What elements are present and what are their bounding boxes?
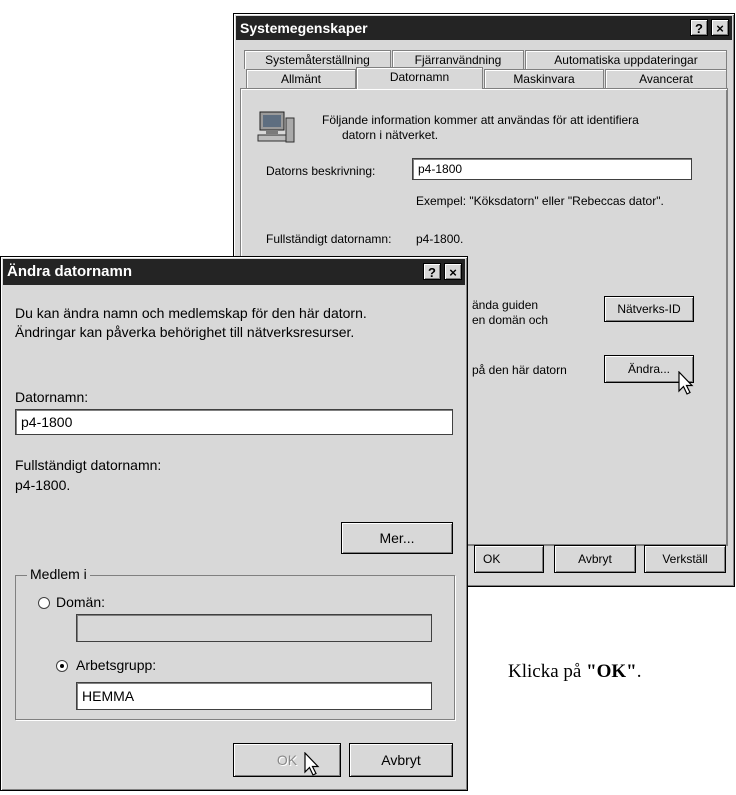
dialog-close-button[interactable]: × [444, 263, 462, 280]
description-input[interactable]: p4-1800 [412, 158, 692, 180]
tab-advanced[interactable]: Avancerat [605, 69, 727, 88]
tab-hardware[interactable]: Maskinvara [484, 69, 604, 88]
network-wizard-text-2: en domän och [472, 313, 549, 327]
full-computer-name-label: Fullständigt datornamn: [15, 457, 162, 473]
apply-button[interactable]: Verkställ [644, 545, 726, 573]
workgroup-radio[interactable] [56, 660, 68, 672]
dialog-cancel-button[interactable]: Avbryt [349, 743, 453, 777]
description-label: Datorns beskrivning: [266, 164, 376, 178]
help-button[interactable]: ? [690, 19, 708, 36]
domain-label: Domän: [56, 594, 106, 610]
fullname-label: Fullständigt datornamn: [266, 232, 392, 246]
cancel-button[interactable]: Avbryt [554, 545, 636, 573]
tab-general[interactable]: Allmänt [246, 69, 356, 88]
info-text-line1: Följande information kommer att användas… [322, 113, 639, 127]
dialog-help-button[interactable]: ? [423, 263, 441, 280]
workgroup-input[interactable]: HEMMA [76, 682, 432, 710]
member-of-legend: Medlem i [27, 566, 90, 582]
tab-computer-name[interactable]: Datornamn [356, 67, 483, 89]
network-wizard-text-1: ända guiden [472, 298, 539, 312]
fullname-value: p4-1800. [416, 232, 464, 246]
close-button[interactable]: × [711, 19, 729, 36]
computer-icon [257, 111, 295, 143]
workgroup-label: Arbetsgrupp: [76, 657, 157, 673]
computer-name-label: Datornamn: [15, 389, 89, 405]
caption-prefix: Klicka på [508, 661, 587, 682]
network-id-button[interactable]: Nätverks-ID [604, 296, 694, 322]
dialog-title: Ändra datornamn [7, 263, 133, 280]
instruction-caption: Klicka på "OK". [508, 661, 641, 683]
rename-text: på den här datorn [472, 363, 567, 377]
example-text: Exempel: "Köksdatorn" eller "Rebeccas da… [416, 194, 664, 208]
full-computer-name-value: p4-1800. [15, 477, 71, 493]
computer-name-input[interactable]: p4-1800 [15, 409, 453, 435]
dialog-titlebar: Ändra datornamn ? × [3, 259, 465, 285]
domain-input[interactable] [76, 614, 432, 642]
tab-automatic-updates[interactable]: Automatiska uppdateringar [525, 50, 727, 69]
dialog-mouse-cursor-icon [304, 752, 320, 776]
caption-suffix: . [636, 661, 642, 682]
caption-ok-emphasis: "OK" [586, 661, 637, 682]
info-text-line2: datorn i nätverket. [342, 128, 439, 142]
intro-line-2: Ändringar kan påverka behörighet till nä… [15, 324, 355, 340]
domain-radio[interactable] [38, 597, 50, 609]
more-button[interactable]: Mer... [341, 522, 453, 554]
mouse-cursor-icon [678, 371, 694, 395]
dialog-ok-button[interactable]: OK [233, 743, 341, 777]
ok-button[interactable]: OK [474, 545, 544, 573]
system-properties-titlebar: Systemegenskaper ? × [236, 16, 732, 40]
change-computer-name-dialog: Ändra datornamn ? × Du kan ändra namn oc… [0, 256, 468, 791]
window-title: Systemegenskaper [240, 20, 368, 36]
intro-line-1: Du kan ändra namn och medlemskap för den… [15, 305, 367, 321]
